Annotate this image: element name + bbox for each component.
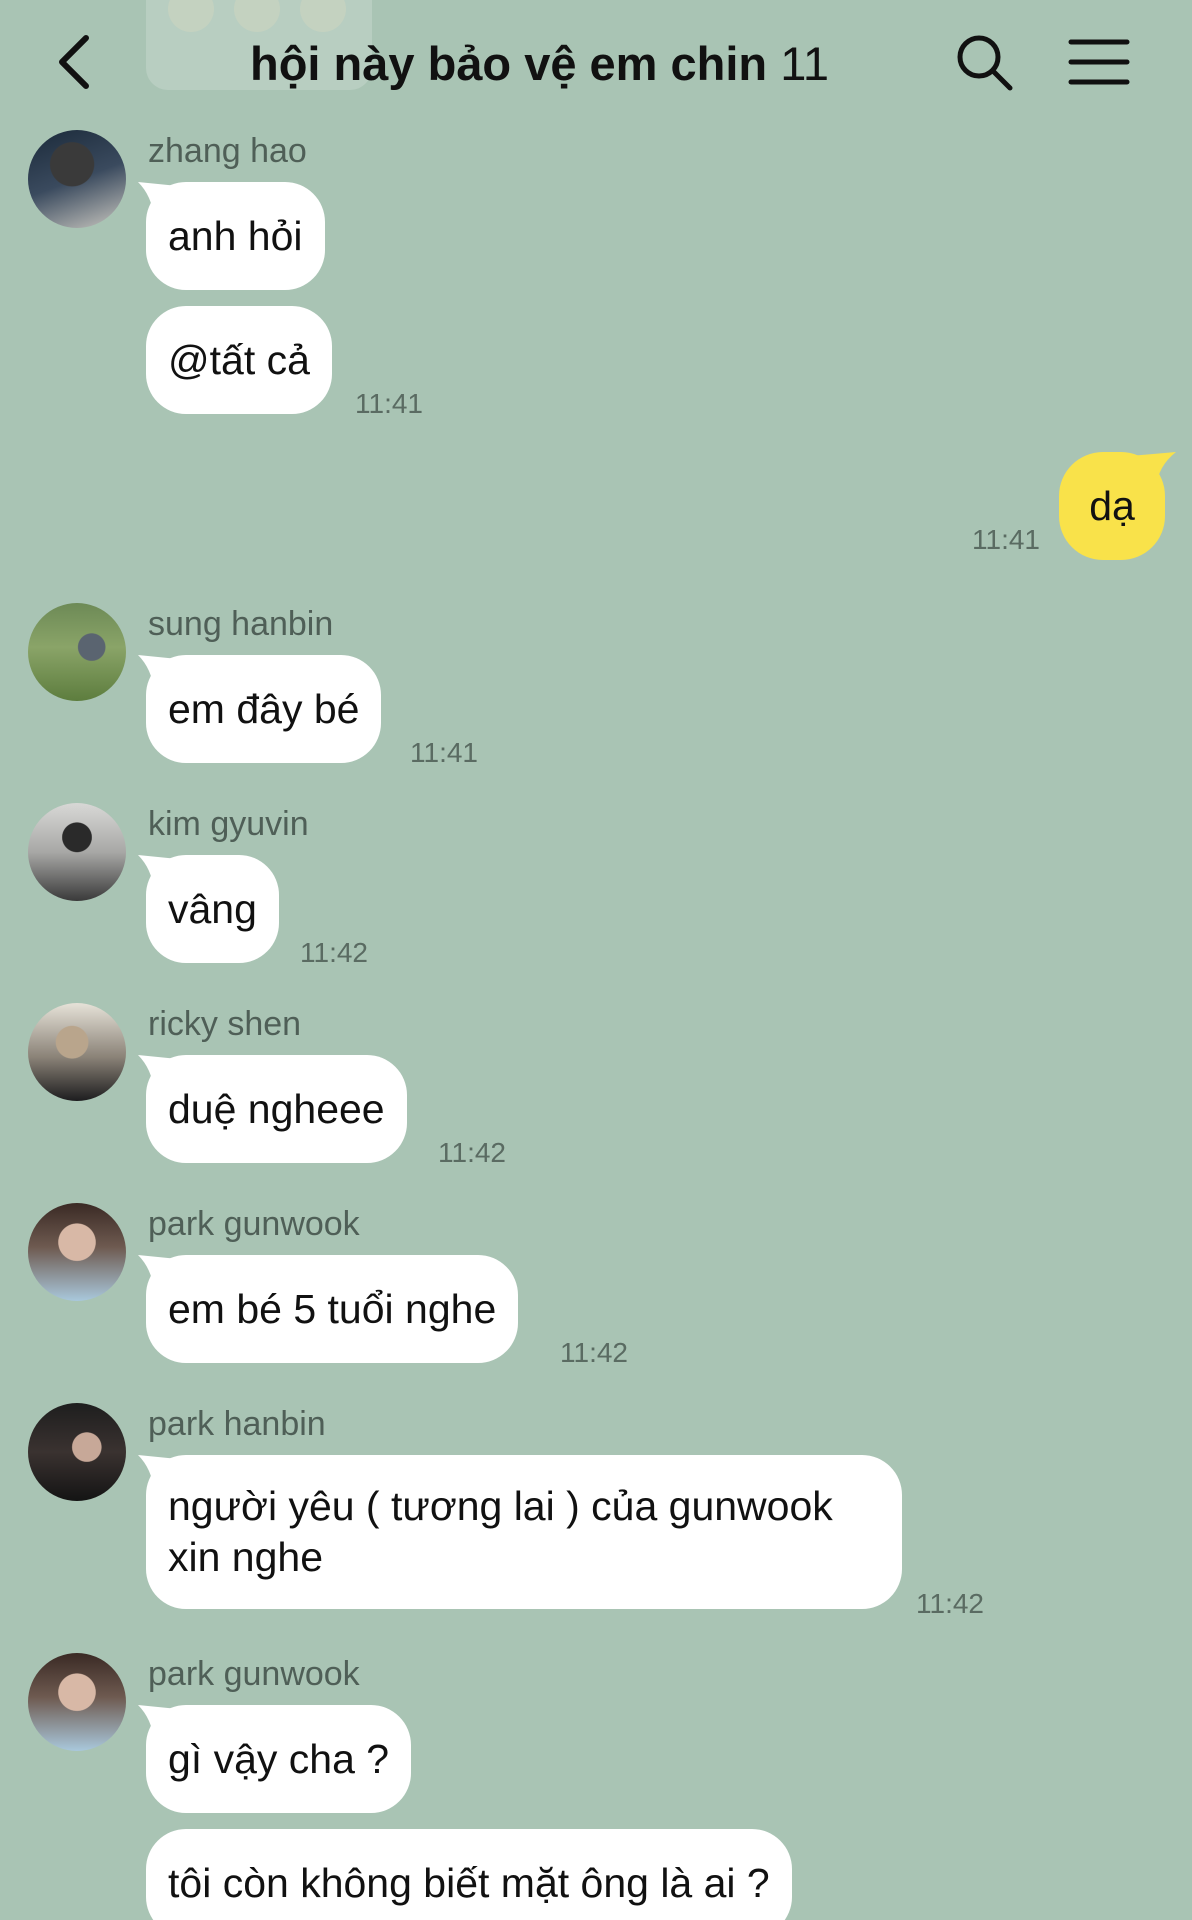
sender-name: park gunwook (148, 1655, 360, 1693)
message-time: 11:42 (560, 1337, 628, 1368)
message-time: 11:42 (438, 1137, 506, 1168)
search-icon (957, 35, 1013, 91)
avatar[interactable] (28, 1003, 126, 1101)
message-bubble[interactable]: duệ ngheee (146, 1055, 407, 1163)
group-name: hội này bảo vệ em chin (250, 37, 768, 90)
message-bubble[interactable]: em đây bé (146, 655, 382, 763)
search-button[interactable] (952, 30, 1016, 94)
chevron-left-icon (59, 35, 89, 89)
avatar[interactable] (28, 1403, 126, 1501)
sender-name: sung hanbin (148, 605, 334, 643)
chat-header: hội này bảo vệ em chin 11 (0, 0, 1192, 125)
message-time: 11:41 (410, 737, 478, 768)
message-bubble[interactable]: dạ (1059, 452, 1165, 560)
sender-name: park hanbin (148, 1405, 326, 1443)
sender-name: kim gyuvin (148, 805, 309, 843)
chat-screen: hội này bảo vệ em chin 11 zhang hao anh … (0, 0, 1192, 1920)
sender-name: park gunwook (148, 1205, 360, 1243)
avatar[interactable] (28, 130, 126, 228)
avatar[interactable] (28, 1203, 126, 1301)
message-bubble[interactable]: anh hỏi (146, 182, 325, 290)
avatar[interactable] (28, 803, 126, 901)
message-bubble[interactable]: tôi còn không biết mặt ông là ai ? (146, 1829, 792, 1920)
menu-button[interactable] (1066, 30, 1132, 94)
avatar[interactable] (28, 1653, 126, 1751)
sender-name: ricky shen (148, 1005, 302, 1043)
message-bubble[interactable]: gì vậy cha ? (146, 1705, 412, 1813)
message-bubble[interactable]: vâng (146, 855, 279, 963)
message-bubble[interactable]: @tất cả (146, 306, 332, 414)
member-count: 11 (780, 37, 829, 90)
message-time: 11:41 (355, 388, 423, 419)
hamburger-menu-icon (1068, 39, 1130, 85)
message-time: 11:42 (300, 937, 368, 968)
message-bubble[interactable]: người yêu ( tương lai ) của gunwook xin … (146, 1455, 902, 1609)
message-bubble[interactable]: em bé 5 tuổi nghe (146, 1255, 519, 1363)
back-button[interactable] (52, 30, 102, 94)
avatar[interactable] (28, 603, 126, 701)
message-time: 11:41 (972, 524, 1040, 555)
sender-name: zhang hao (148, 132, 307, 170)
chat-title: hội này bảo vệ em chin 11 (250, 36, 950, 91)
message-time: 11:42 (916, 1588, 984, 1619)
